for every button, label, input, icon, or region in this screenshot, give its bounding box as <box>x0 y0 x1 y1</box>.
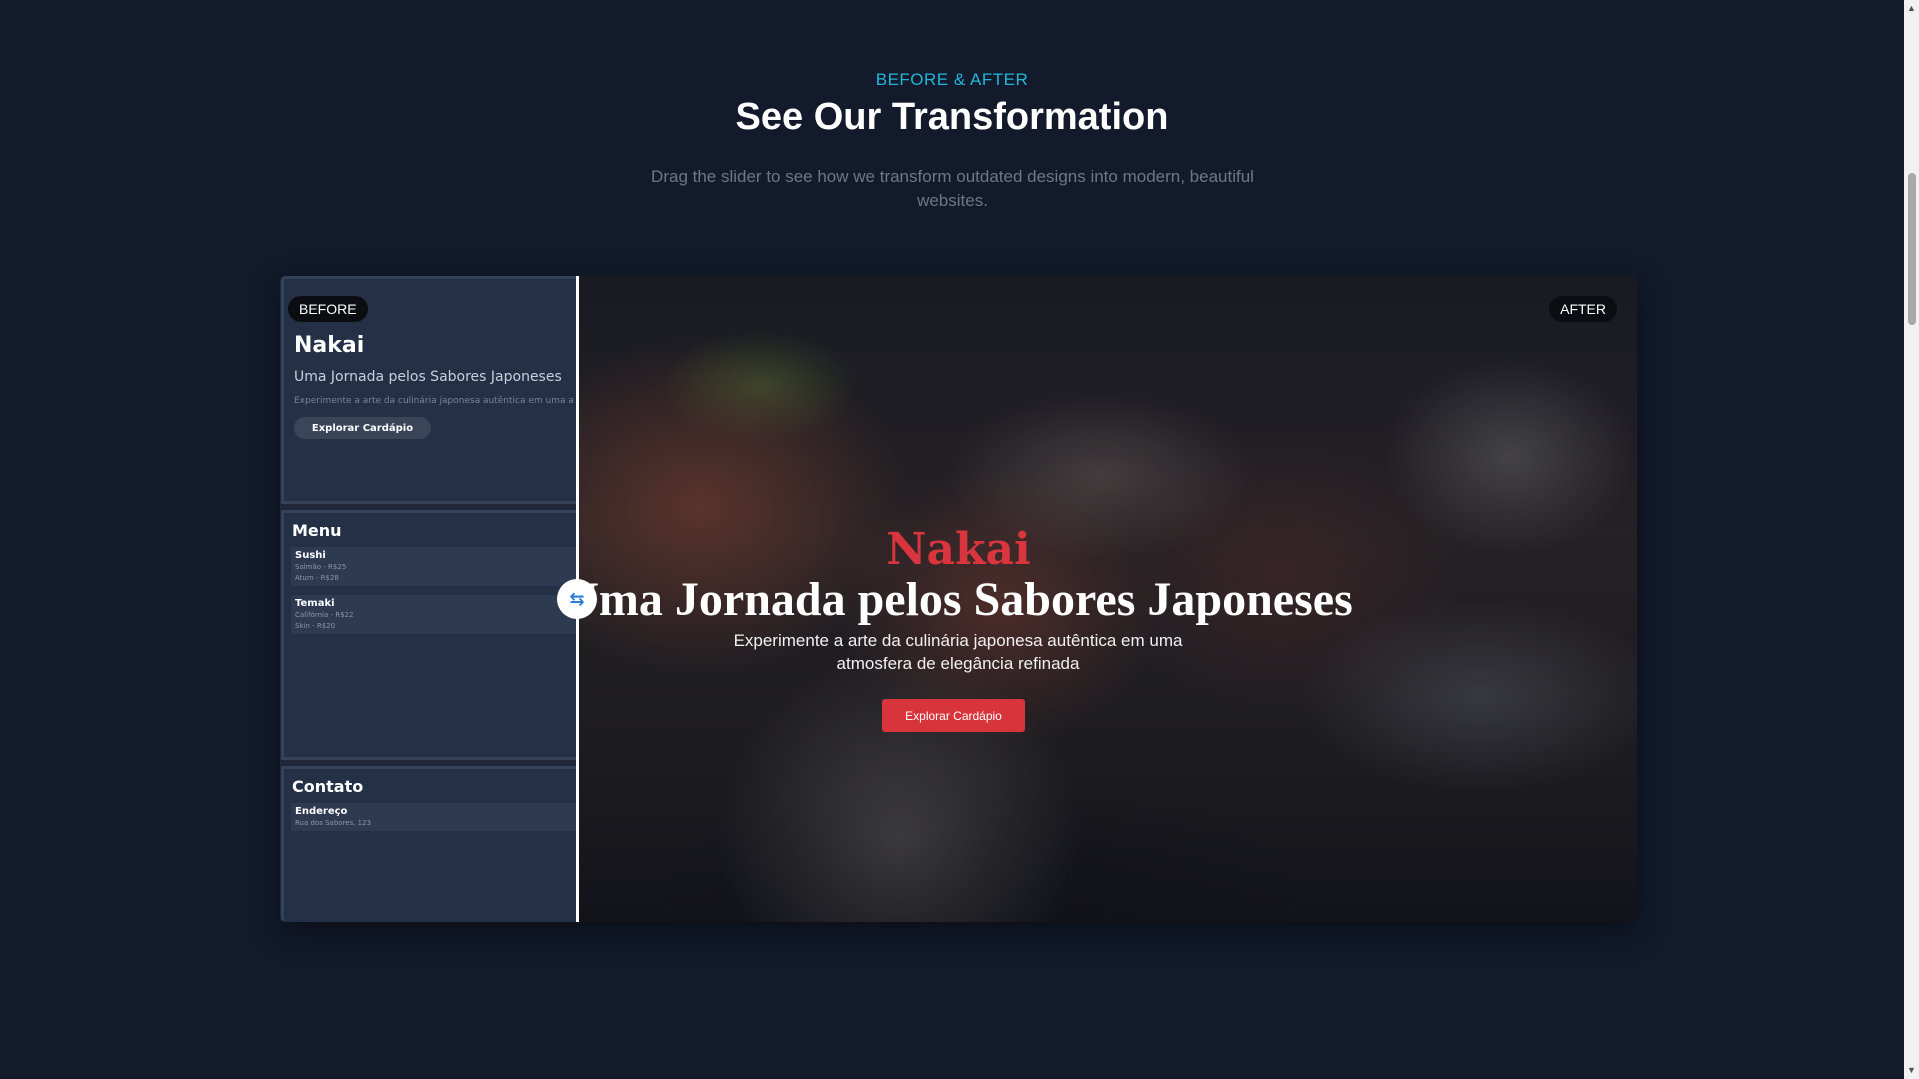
menu-item-name: Temaki <box>295 598 335 609</box>
menu-item-line: Skin - R$20 <box>295 622 336 630</box>
menu-item-name: Sushi <box>295 550 326 561</box>
contact-item-line: Rua dos Sabores, 123 <box>295 819 372 827</box>
page: BEFORE & AFTER See Our Transformation Dr… <box>0 0 1919 1079</box>
before-panel: Nakai Uma Jornada pelos Sabores Japonese… <box>280 276 577 922</box>
before-after-comparison[interactable]: Nakai Uma Jornada pelos Sabores Japonese… <box>280 276 1637 922</box>
before-subtitle: Uma Jornada pelos Sabores Japoneses <box>294 369 562 385</box>
slider-handle[interactable]: ⇆ <box>557 579 597 619</box>
before-explore-menu-button[interactable]: Explorar Cardápio <box>294 417 431 439</box>
before-description: Experimente a arte da culinária japonesa… <box>294 396 574 406</box>
before-badge: BEFORE <box>288 296 368 322</box>
after-description: Experimente a arte da culinária japonesa… <box>733 631 1183 673</box>
before-menu-title: Menu <box>292 521 342 540</box>
list-item: Sushi Salmão - R$25 Atum - R$28 <box>291 547 577 586</box>
before-contact-title: Contato <box>292 777 364 796</box>
section-eyebrow: BEFORE & AFTER <box>875 70 1029 89</box>
swap-horizontal-icon: ⇆ <box>569 588 585 609</box>
page-scrollbar[interactable]: ▲ ▼ <box>1904 0 1919 1079</box>
scroll-down-arrow-icon[interactable]: ▼ <box>1904 1062 1919 1079</box>
section-title: See Our Transformation <box>735 96 1169 138</box>
list-item: Temaki Califórnia - R$22 Skin - R$20 <box>291 595 577 634</box>
menu-item-line: Atum - R$28 <box>295 574 339 582</box>
contact-item-name: Endereço <box>295 806 348 817</box>
menu-item-line: Califórnia - R$22 <box>295 611 354 619</box>
scroll-up-arrow-icon[interactable]: ▲ <box>1904 0 1919 17</box>
before-contact-section: Contato Endereço Rua dos Sabores, 123 <box>281 766 577 922</box>
before-menu-section: Menu Sushi Salmão - R$25 Atum - R$28 Tem… <box>281 510 577 760</box>
before-brand: Nakai <box>294 333 365 358</box>
after-badge: AFTER <box>1549 296 1617 322</box>
section-subtitle: Drag the slider to see how we transform … <box>651 167 1254 210</box>
list-item: Endereço Rua dos Sabores, 123 <box>291 803 577 831</box>
after-explore-menu-button[interactable]: Explorar Cardápio <box>882 699 1025 732</box>
menu-item-line: Salmão - R$25 <box>295 563 347 571</box>
scrollbar-thumb[interactable] <box>1908 173 1916 325</box>
